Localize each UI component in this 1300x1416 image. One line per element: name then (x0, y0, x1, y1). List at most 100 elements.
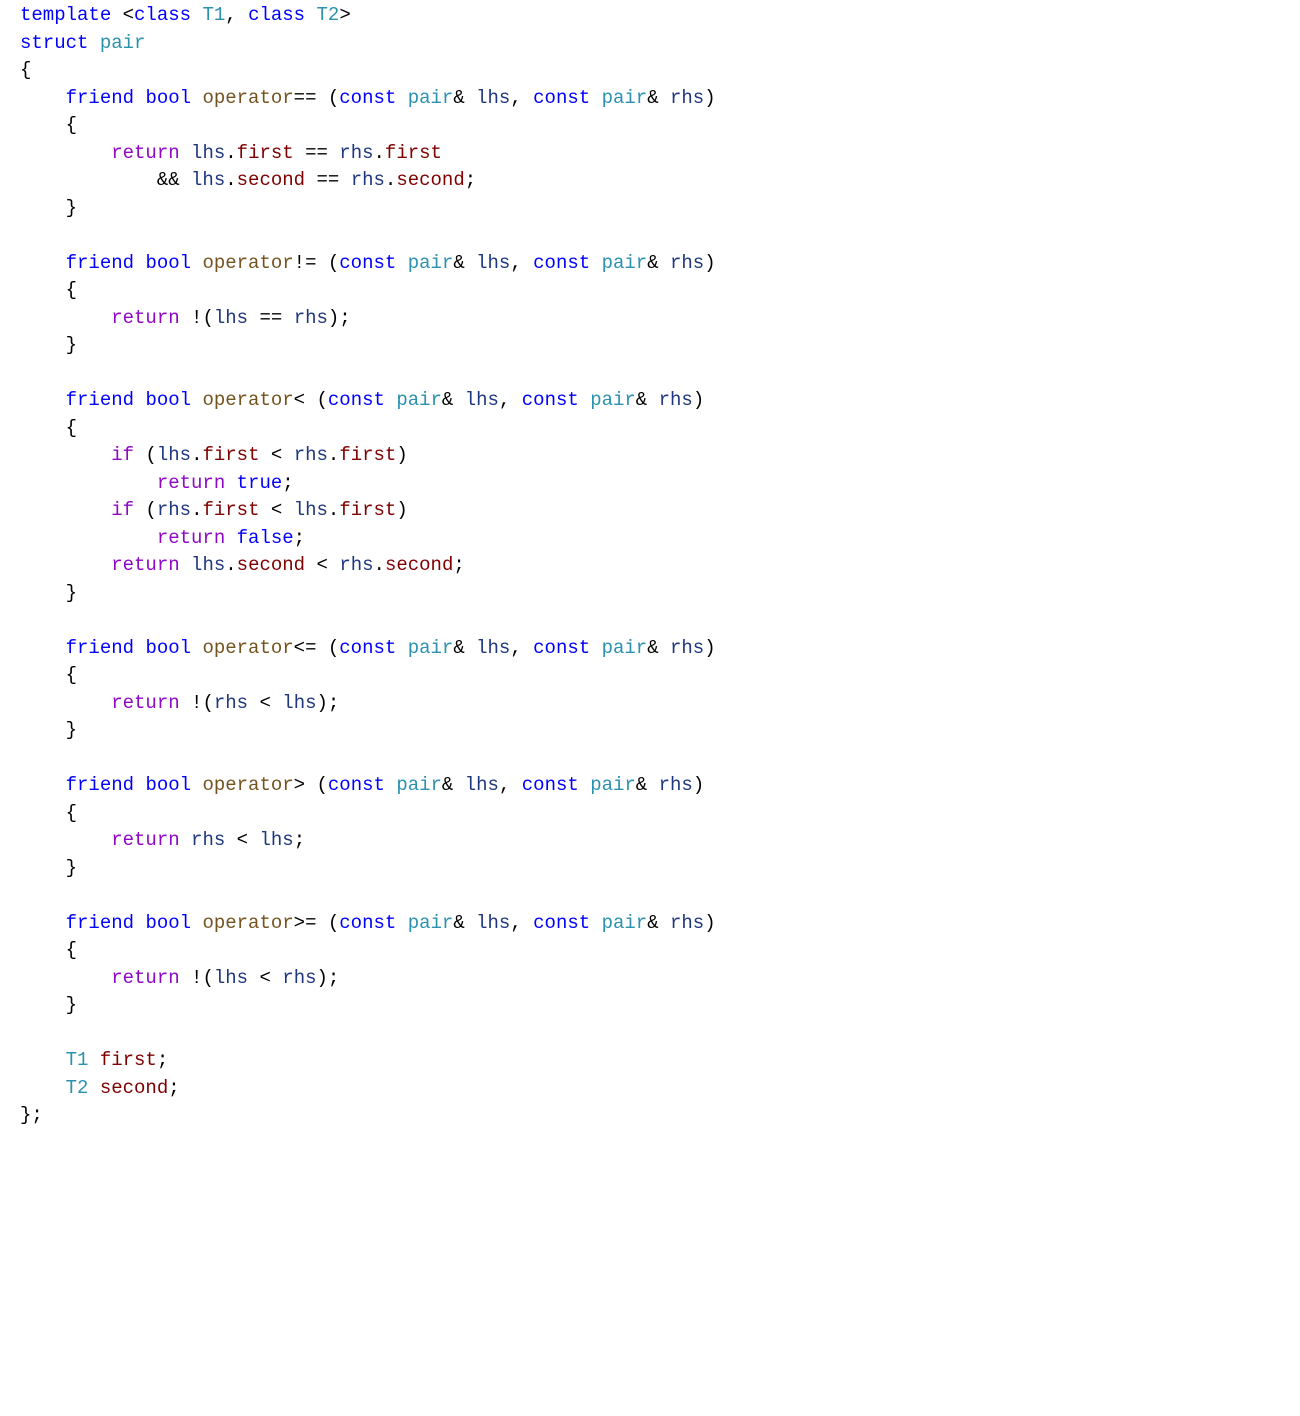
code-token: operator (202, 389, 293, 411)
code-line: return lhs.first == rhs.first (20, 142, 442, 164)
code-token: pair (396, 389, 442, 411)
code-token: const (339, 252, 396, 274)
code-token: } (20, 334, 77, 356)
code-token (385, 389, 396, 411)
code-token: friend (66, 389, 134, 411)
code-token: == (305, 169, 351, 191)
code-token: { (20, 279, 77, 301)
code-token: , (510, 252, 533, 274)
code-token: < (111, 4, 134, 26)
code-token: { (20, 59, 31, 81)
code-token: < (225, 829, 259, 851)
code-token: lhs (476, 252, 510, 274)
code-token: == (294, 142, 340, 164)
code-line: friend bool operator!= (const pair& lhs,… (20, 252, 716, 274)
code-token (20, 884, 31, 906)
code-token: . (328, 444, 339, 466)
code-token: ( (134, 499, 157, 521)
code-line (20, 1022, 31, 1044)
code-token (20, 1022, 31, 1044)
code-token: pair (590, 389, 636, 411)
code-token: return (111, 967, 179, 989)
code-token: friend (66, 774, 134, 796)
code-token (20, 472, 157, 494)
code-token (134, 637, 145, 659)
code-token: & (647, 252, 670, 274)
code-token (20, 444, 111, 466)
code-line: T1 first; (20, 1049, 168, 1071)
code-token: first (202, 499, 259, 521)
code-token: first (339, 499, 396, 521)
code-token: . (385, 169, 396, 191)
code-token (88, 1049, 99, 1071)
code-token (20, 499, 111, 521)
code-token: & (442, 774, 465, 796)
code-token: , (225, 4, 248, 26)
code-token: second (396, 169, 464, 191)
code-line (20, 362, 31, 384)
code-token: , (510, 637, 533, 659)
code-token: pair (408, 87, 454, 109)
code-token (20, 609, 31, 631)
code-token (180, 142, 191, 164)
code-token: class (248, 4, 305, 26)
code-token: , (510, 912, 533, 934)
code-token: rhs (294, 307, 328, 329)
code-token: !( (180, 967, 214, 989)
code-line: } (20, 719, 77, 741)
code-token: return (111, 692, 179, 714)
code-line: friend bool operator== (const pair& lhs,… (20, 87, 716, 109)
code-token: & (442, 389, 465, 411)
code-token: { (20, 939, 77, 961)
code-token: T2 (317, 4, 340, 26)
code-token (225, 472, 236, 494)
code-token: ; (282, 472, 293, 494)
code-token: . (374, 142, 385, 164)
code-token: . (191, 444, 202, 466)
code-token: && (20, 169, 191, 191)
code-token: bool (145, 87, 191, 109)
code-token: pair (408, 637, 454, 659)
code-token (134, 389, 145, 411)
code-line: { (20, 59, 31, 81)
code-token: return (111, 307, 179, 329)
code-token: ; (453, 554, 464, 576)
code-line: T2 second; (20, 1077, 180, 1099)
code-token: & (453, 637, 476, 659)
code-token: rhs (339, 142, 373, 164)
code-token: lhs (294, 499, 328, 521)
code-token: . (191, 499, 202, 521)
code-token: template (20, 4, 111, 26)
code-token (20, 774, 66, 796)
code-token: true (237, 472, 283, 494)
code-token: const (533, 252, 590, 274)
code-token (396, 252, 407, 274)
code-token: second (237, 169, 305, 191)
code-line: friend bool operator<= (const pair& lhs,… (20, 637, 716, 659)
code-token: rhs (659, 389, 693, 411)
code-token: lhs (259, 829, 293, 851)
code-line (20, 884, 31, 906)
code-line: { (20, 664, 77, 686)
code-token: rhs (670, 252, 704, 274)
code-token: return (111, 829, 179, 851)
code-token: & (453, 252, 476, 274)
code-token: const (522, 389, 579, 411)
code-token: lhs (282, 692, 316, 714)
code-token (191, 252, 202, 274)
code-token: rhs (670, 87, 704, 109)
code-token: return (157, 527, 225, 549)
code-token: false (237, 527, 294, 549)
code-token: > ( (294, 774, 328, 796)
code-token: lhs (157, 444, 191, 466)
code-token: , (510, 87, 533, 109)
code-token: ) (704, 252, 715, 274)
code-token: lhs (191, 169, 225, 191)
code-token (20, 389, 66, 411)
code-token (191, 912, 202, 934)
code-token: friend (66, 87, 134, 109)
code-line: { (20, 279, 77, 301)
code-line: friend bool operator< (const pair& lhs, … (20, 389, 704, 411)
code-token: pair (602, 252, 648, 274)
code-token: ; (294, 829, 305, 851)
